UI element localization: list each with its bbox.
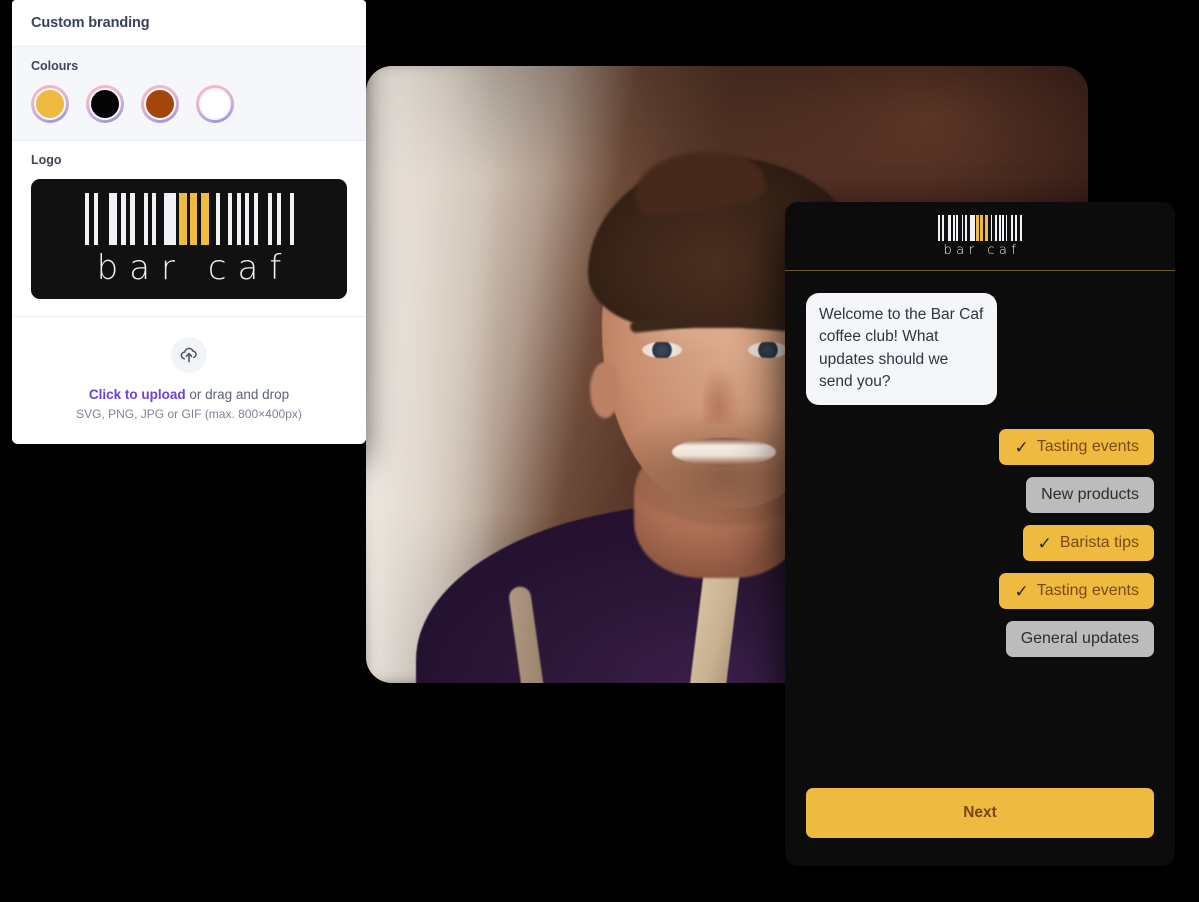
logo-preview-card: bar caf xyxy=(31,179,347,299)
colour-swatch-brown[interactable] xyxy=(141,85,179,123)
colours-section: Colours xyxy=(12,47,366,141)
option-chip-label: General updates xyxy=(1020,630,1139,648)
barcode-logo-graphic xyxy=(938,215,1022,241)
barcode-bar xyxy=(219,193,228,245)
logo-label: Logo xyxy=(31,153,62,167)
check-icon: ✓ xyxy=(1014,581,1029,601)
colour-swatch-fill xyxy=(199,88,231,120)
colours-label: Colours xyxy=(31,59,79,73)
check-icon: ✓ xyxy=(1037,533,1052,553)
barcode-bar xyxy=(155,193,164,245)
upload-format-hint: SVG, PNG, JPG or GIF (max. 800×400px) xyxy=(76,407,302,421)
barcode-bar xyxy=(97,193,109,245)
upload-primary-text: Click to upload or drag and drop xyxy=(12,387,366,402)
barcode-bar xyxy=(163,193,176,245)
barcode-bar xyxy=(108,193,117,245)
bot-message-bubble: Welcome to the Bar Caf coffee club! What… xyxy=(806,293,997,406)
option-chip[interactable]: ✓ Tasting events xyxy=(999,573,1154,610)
check-icon: ✓ xyxy=(1014,437,1029,457)
screenshot-stage: Custom branding Colours Logo bar caf Cli… xyxy=(0,0,1199,902)
colour-swatch-white[interactable] xyxy=(196,85,234,123)
photo-subject-eye-left xyxy=(642,342,682,358)
colour-swatch-fill xyxy=(144,88,176,120)
barcode-bar xyxy=(178,193,187,245)
option-chip-label: Tasting events xyxy=(1036,438,1139,456)
barcode-bar xyxy=(1020,215,1022,241)
option-chip[interactable]: General updates xyxy=(1005,621,1154,658)
barcode-bar xyxy=(189,193,197,245)
barcode-bar xyxy=(257,193,268,245)
colour-swatch-fill xyxy=(89,88,121,120)
option-chip[interactable]: ✓ Tasting events xyxy=(999,429,1154,466)
colour-swatch-gold[interactable] xyxy=(31,85,69,123)
cloud-upload-icon xyxy=(171,337,207,373)
barcode-bar xyxy=(280,193,290,245)
option-chip-list: ✓ Tasting events New products ✓ Barista tips… xyxy=(806,429,1154,658)
option-chip[interactable]: New products xyxy=(1026,477,1154,514)
page-title: Custom branding xyxy=(31,15,150,31)
colour-swatch-black[interactable] xyxy=(86,85,124,123)
logo-section: Logo bar caf xyxy=(12,141,366,299)
photo-subject-nose xyxy=(704,366,740,424)
barcode-bar xyxy=(289,193,294,245)
option-chip-label: Barista tips xyxy=(1059,534,1139,552)
option-chip-label: New products xyxy=(1041,486,1139,504)
chat-logo-wordmark: bar caf xyxy=(943,243,1021,258)
chat-preview-panel: bar caf Welcome to the Bar Caf coffee cl… xyxy=(785,202,1175,866)
drag-and-drop-text: or drag and drop xyxy=(185,387,290,402)
click-to-upload-link[interactable]: Click to upload xyxy=(89,387,186,402)
barcode-logo-graphic xyxy=(84,193,294,245)
chat-message-area: Welcome to the Bar Caf coffee club! What… xyxy=(785,271,1175,788)
barcode-bar xyxy=(200,193,209,245)
photo-subject-smile xyxy=(672,438,776,466)
chat-footer: Next xyxy=(785,788,1175,866)
option-chip-label: Tasting events xyxy=(1036,582,1139,600)
panel-header: Custom branding xyxy=(12,0,366,47)
next-button[interactable]: Next xyxy=(806,788,1154,838)
barcode-bar xyxy=(208,193,216,245)
logo-wordmark: bar caf xyxy=(96,248,293,288)
barcode-bar xyxy=(134,193,144,245)
custom-branding-panel: Custom branding Colours Logo bar caf Cli… xyxy=(12,0,366,444)
option-chip[interactable]: ✓ Barista tips xyxy=(1022,525,1154,562)
chat-header: bar caf xyxy=(785,202,1175,271)
logo-upload-dropzone[interactable]: Click to upload or drag and drop SVG, PN… xyxy=(12,316,366,443)
photo-subject-eye-right xyxy=(748,342,788,358)
photo-subject-ear-left xyxy=(590,362,620,418)
colour-swatch-row xyxy=(31,85,347,123)
colour-swatch-fill xyxy=(34,88,66,120)
